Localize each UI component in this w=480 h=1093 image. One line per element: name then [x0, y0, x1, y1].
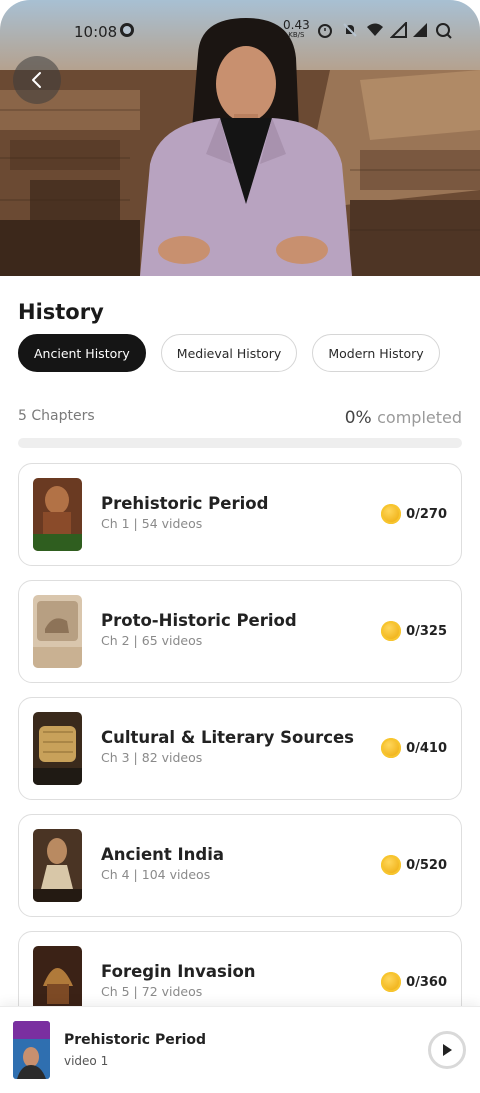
tab-medieval-history[interactable]: Medieval History — [160, 334, 298, 372]
coin-icon — [381, 504, 402, 524]
presenter-figure — [140, 18, 352, 276]
wifi-icon — [366, 22, 384, 40]
chapter-thumbnail — [33, 595, 82, 668]
chapter-card-4[interactable]: Ancient India Ch 4 | 104 videos 0/520 — [18, 814, 462, 917]
chapter-card-3[interactable]: Cultural & Literary Sources Ch 3 | 82 vi… — [18, 697, 462, 800]
mini-player[interactable]: Prehistoric Period video 1 — [0, 1006, 480, 1093]
chapter-coins-value: 0/520 — [406, 857, 447, 873]
chapter-coins-value: 0/325 — [406, 623, 447, 639]
coin-icon — [381, 738, 402, 758]
chapter-meta: Ch 5 | 72 videos — [101, 984, 203, 999]
play-button[interactable] — [428, 1031, 466, 1069]
coin-icon — [381, 621, 402, 641]
chapter-thumbnail — [33, 712, 82, 785]
chapter-coins: 0/270 — [381, 504, 447, 524]
progress-completed-label: completed — [377, 408, 462, 427]
whatsapp-icon — [118, 22, 136, 40]
chapter-meta: Ch 2 | 65 videos — [101, 633, 203, 648]
chapter-coins: 0/410 — [381, 738, 447, 758]
tab-modern-history[interactable]: Modern History — [312, 334, 440, 372]
chapter-meta: Ch 1 | 54 videos — [101, 516, 203, 531]
search-icon[interactable] — [435, 22, 453, 40]
chapter-meta: Ch 4 | 104 videos — [101, 867, 211, 882]
mute-bell-icon — [341, 22, 359, 40]
chapter-card-2[interactable]: Proto-Historic Period Ch 2 | 65 videos 0… — [18, 580, 462, 683]
mini-player-title: Prehistoric Period — [64, 1032, 207, 1048]
progress-percent: 0% — [344, 408, 372, 428]
chapter-coins-value: 0/360 — [406, 974, 447, 990]
chapter-coins-value: 0/270 — [406, 506, 447, 522]
signal-icon — [389, 20, 408, 40]
progress-bar — [18, 438, 462, 448]
status-time: 10:08 — [74, 23, 118, 41]
mini-player-thumbnail — [13, 1021, 50, 1079]
back-button[interactable] — [13, 56, 61, 104]
coin-icon — [381, 972, 402, 992]
chapter-title: Proto-Historic Period — [101, 611, 297, 630]
chapter-title: Foregin Invasion — [101, 962, 256, 981]
coin-icon — [381, 855, 402, 875]
chapter-coins: 0/325 — [381, 621, 447, 641]
chapter-thumbnail — [33, 829, 82, 902]
chapter-coins: 0/520 — [381, 855, 447, 875]
category-tabs: Ancient History Medieval History Modern … — [18, 334, 440, 372]
network-speed-value: 0.43 — [283, 18, 310, 32]
video-hero[interactable]: 10:08 0.43 KB/S — [0, 0, 480, 276]
status-bar: 10:08 0.43 KB/S — [0, 18, 480, 46]
tab-ancient-history[interactable]: Ancient History — [18, 334, 146, 372]
chapter-title: Prehistoric Period — [101, 494, 269, 513]
play-icon — [443, 1044, 452, 1056]
signal-2-icon — [411, 22, 429, 40]
chevron-left-icon — [32, 72, 41, 88]
chapter-card-1[interactable]: Prehistoric Period Ch 1 | 54 videos 0/27… — [18, 463, 462, 566]
progress-label: 0% completed — [345, 408, 462, 428]
chapter-thumbnail — [33, 478, 82, 551]
chapter-coins: 0/360 — [381, 972, 447, 992]
alarm-icon — [316, 22, 334, 40]
chapter-title: Ancient India — [101, 845, 225, 864]
chapter-title: Cultural & Literary Sources — [101, 728, 355, 747]
subject-title: History — [18, 300, 104, 324]
chapters-count: 5 Chapters — [18, 408, 95, 424]
chapter-meta: Ch 3 | 82 videos — [101, 750, 203, 765]
mini-player-subtitle: video 1 — [64, 1054, 109, 1068]
chapter-coins-value: 0/410 — [406, 740, 447, 756]
network-speed: 0.43 KB/S — [283, 18, 310, 40]
